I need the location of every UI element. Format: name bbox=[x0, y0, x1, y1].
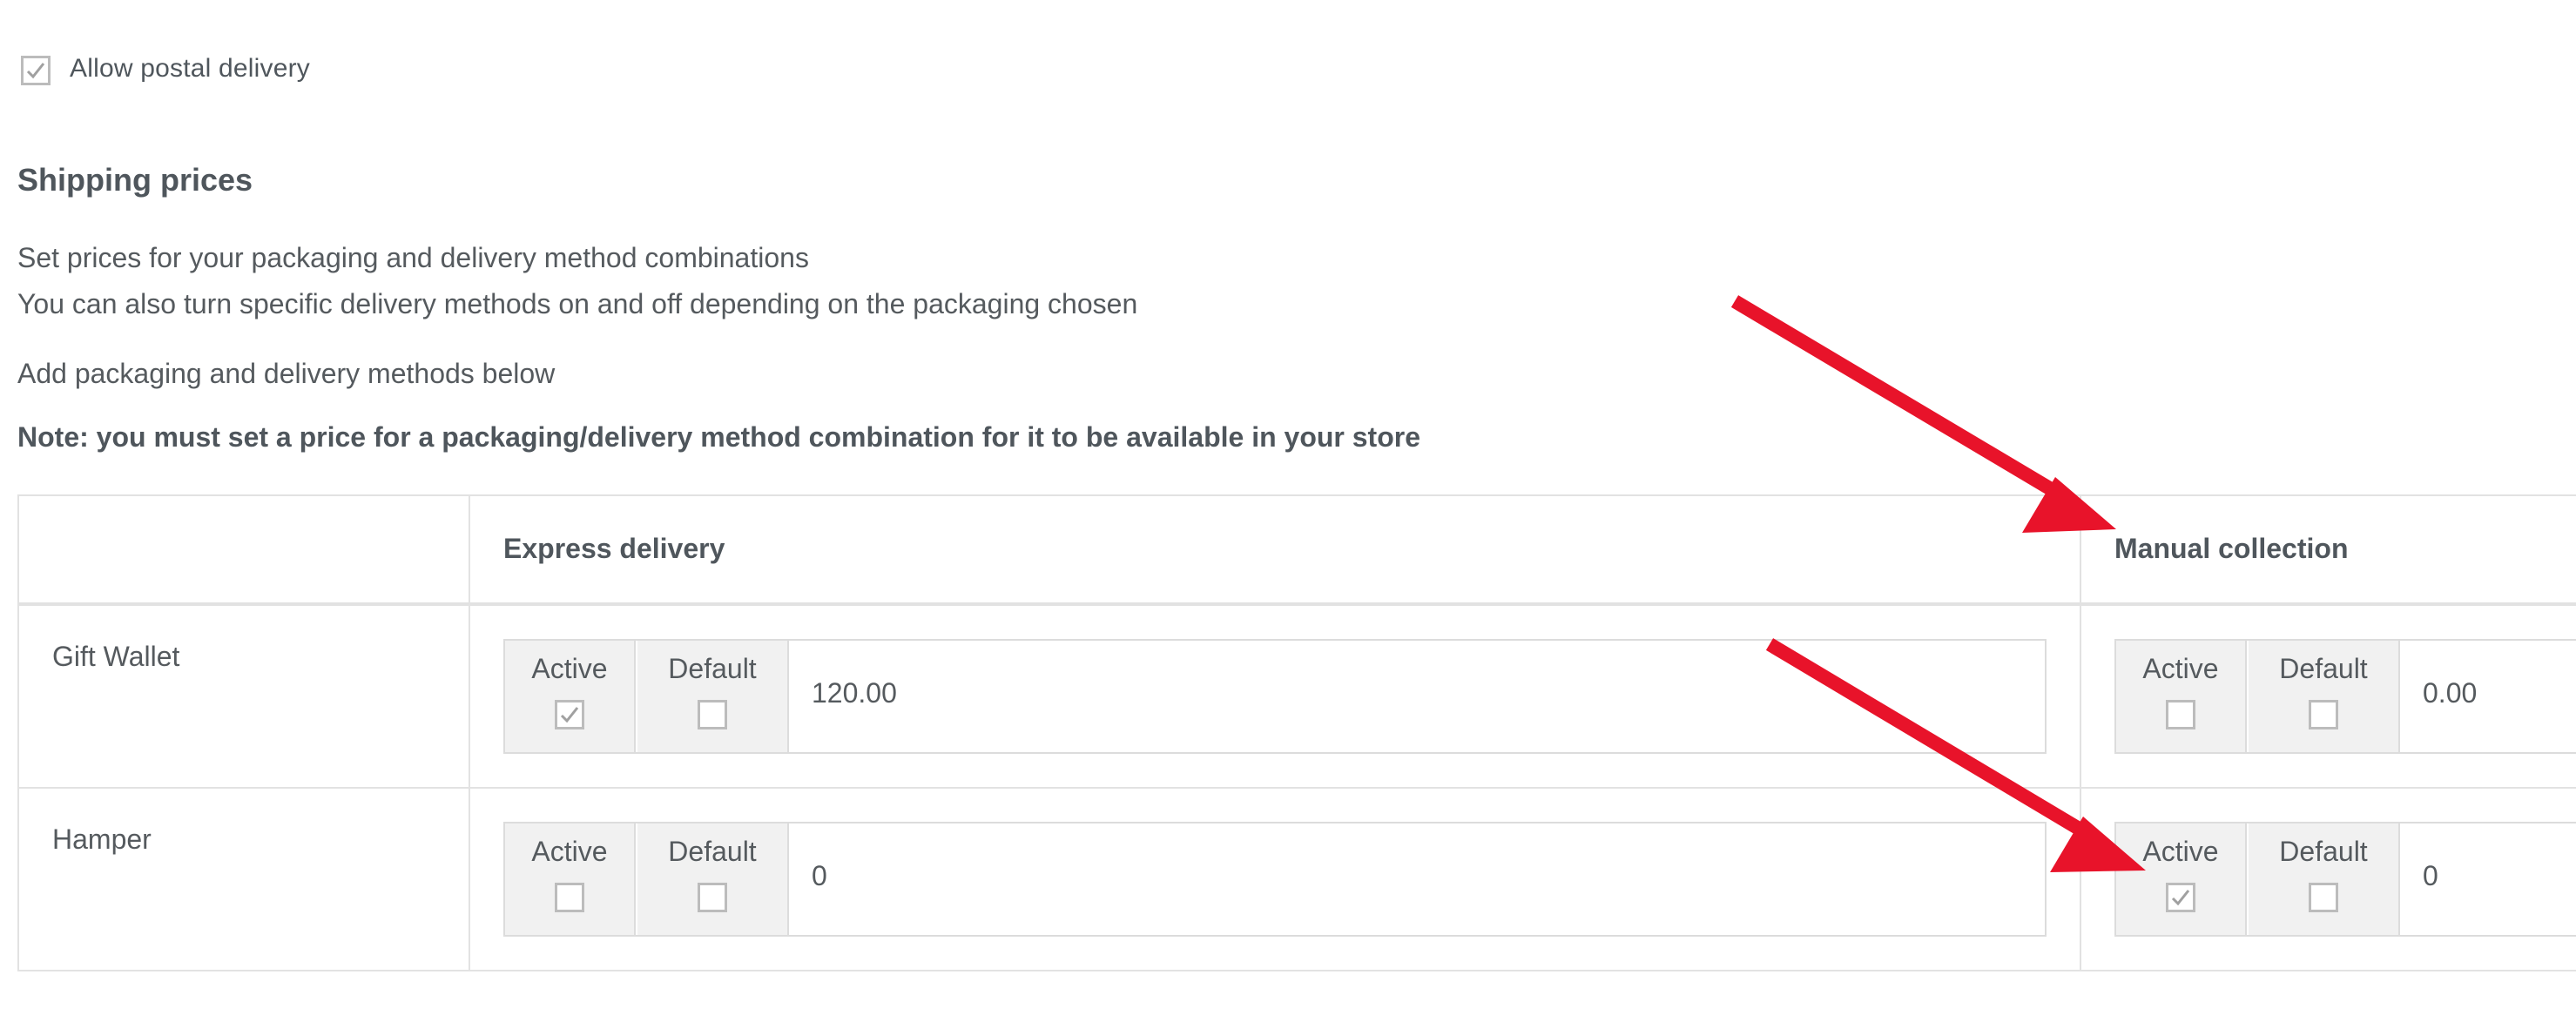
annotation-arrow-icon bbox=[1765, 638, 2146, 872]
annotation-arrow-icon bbox=[1730, 295, 2116, 533]
shipping-settings-page: Allow postal delivery Shipping prices Se… bbox=[0, 0, 2576, 1015]
annotation-arrows bbox=[1730, 295, 2146, 872]
